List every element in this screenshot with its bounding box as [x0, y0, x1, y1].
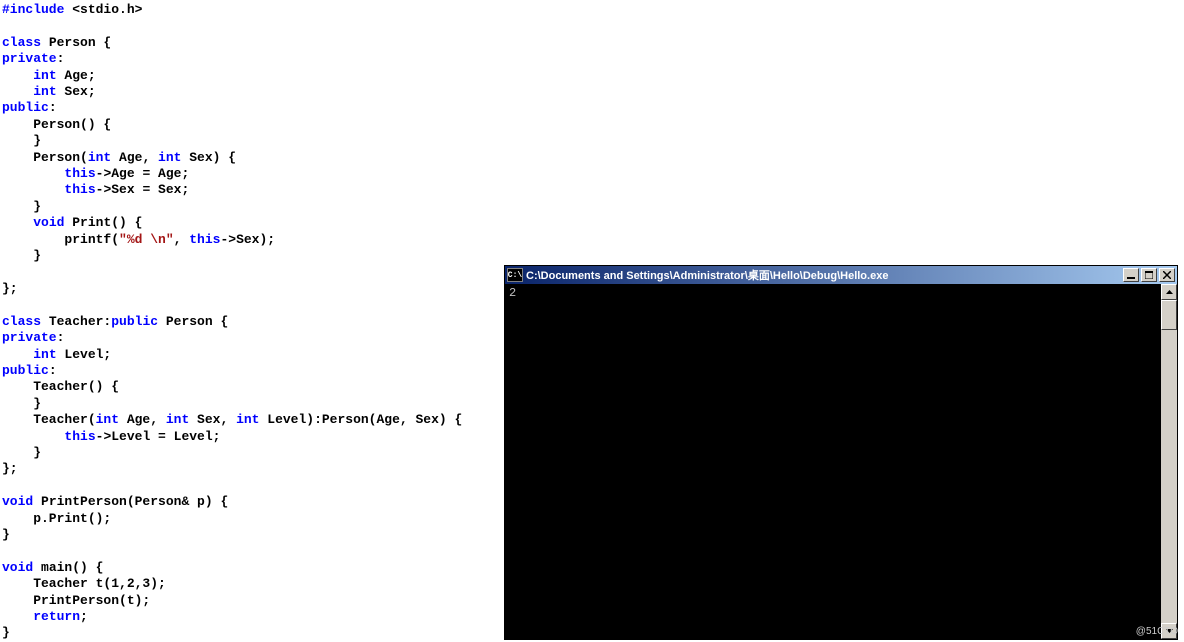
vertical-scrollbar[interactable] [1161, 284, 1177, 639]
console-output: 2 [505, 284, 1161, 639]
window-title: C:\Documents and Settings\Administrator\… [526, 267, 1121, 283]
titlebar[interactable]: C:\ C:\Documents and Settings\Administra… [505, 266, 1177, 284]
console-window: C:\ C:\Documents and Settings\Administra… [504, 265, 1178, 640]
scroll-up-button[interactable] [1161, 284, 1177, 300]
cmd-icon: C:\ [507, 268, 523, 282]
minimize-icon [1127, 271, 1135, 279]
window-controls [1121, 268, 1175, 282]
console-body: 2 [505, 284, 1177, 639]
watermark: @51CTO [1136, 626, 1178, 637]
close-button[interactable] [1159, 268, 1175, 282]
scroll-track[interactable] [1161, 300, 1177, 623]
close-icon [1163, 271, 1171, 279]
preprocessor: #include [2, 2, 64, 17]
maximize-button[interactable] [1141, 268, 1157, 282]
minimize-button[interactable] [1123, 268, 1139, 282]
scroll-thumb[interactable] [1161, 300, 1177, 330]
maximize-icon [1145, 271, 1153, 279]
scroll-up-icon [1166, 290, 1173, 294]
